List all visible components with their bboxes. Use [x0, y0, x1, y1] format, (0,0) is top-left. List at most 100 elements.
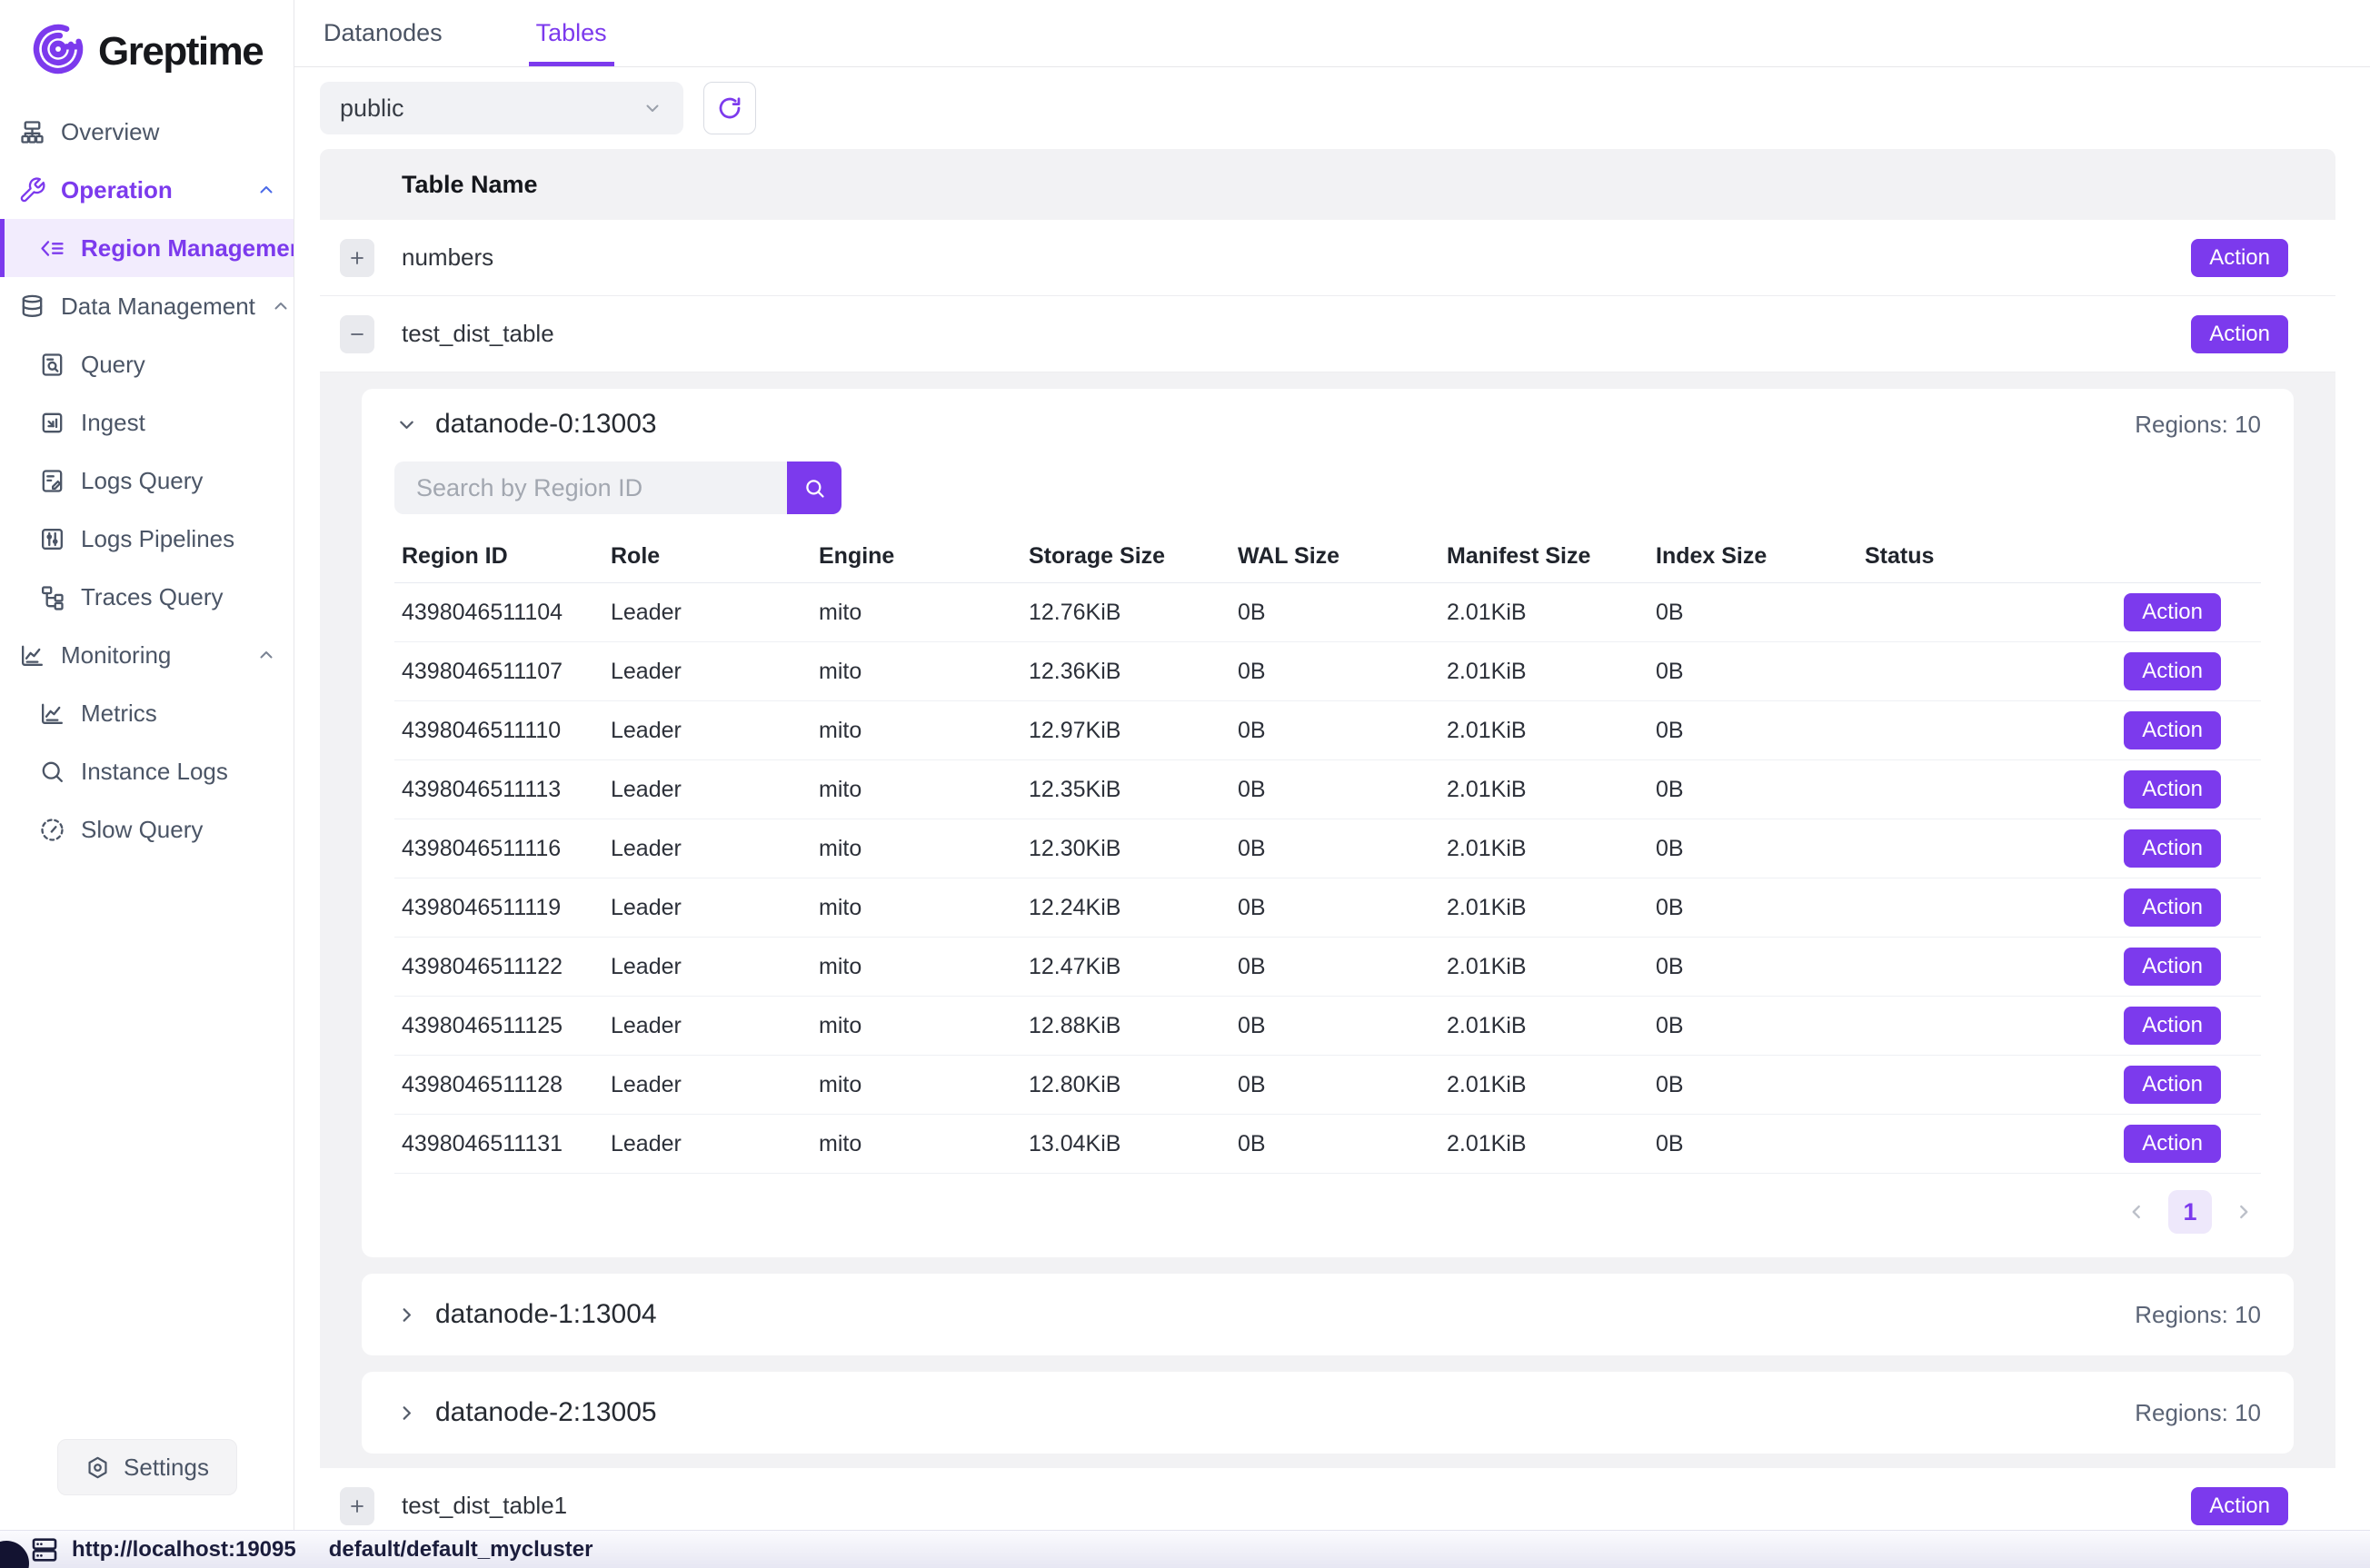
expand-button[interactable]	[340, 1487, 374, 1525]
sidebar-item-label: Logs Query	[81, 467, 203, 495]
table-action-button[interactable]: Action	[2191, 315, 2288, 353]
tables-list: Table Name numbers Action	[320, 149, 2335, 1530]
cell-action: Action	[2066, 642, 2261, 701]
tab-datanodes[interactable]: Datanodes	[320, 0, 446, 66]
sidebar-item-metrics[interactable]: Metrics	[0, 684, 294, 742]
monitoring-icon	[18, 641, 46, 670]
sidebar-item-data-management[interactable]: Data Management	[0, 277, 294, 335]
plus-icon	[347, 248, 367, 268]
cell-wal_size: 0B	[1238, 642, 1447, 701]
table-row: 4398046511128Leadermito12.80KiB0B2.01KiB…	[394, 1056, 2261, 1115]
cell-region_id: 4398046511119	[394, 878, 611, 938]
refresh-icon	[716, 94, 743, 122]
expanded-table-panel: datanode-0:13003 Regions: 10 Region	[320, 372, 2335, 1468]
cell-index_size: 0B	[1656, 583, 1865, 642]
minus-icon	[347, 324, 367, 344]
logs-query-icon	[38, 467, 66, 495]
sidebar-item-operation[interactable]: Operation	[0, 161, 294, 219]
logo: Greptime	[0, 0, 294, 97]
next-page-button[interactable]	[2232, 1200, 2255, 1224]
cluster-name[interactable]: default/default_mycluster	[329, 1537, 593, 1563]
chevron-up-icon	[270, 295, 292, 317]
region-action-button[interactable]: Action	[2124, 888, 2221, 927]
region-action-button[interactable]: Action	[2124, 829, 2221, 868]
sidebar-item-query[interactable]: Query	[0, 335, 294, 393]
region-action-button[interactable]: Action	[2124, 711, 2221, 749]
settings-button[interactable]: Settings	[57, 1439, 237, 1495]
cell-role: Leader	[611, 583, 819, 642]
sidebar-item-traces-query[interactable]: Traces Query	[0, 568, 294, 626]
cell-role: Leader	[611, 701, 819, 760]
sidebar-item-instance-logs[interactable]: Instance Logs	[0, 742, 294, 800]
server-url[interactable]: http://localhost:19095	[72, 1537, 296, 1563]
cell-manifest_size: 2.01KiB	[1447, 760, 1656, 819]
region-management-icon	[38, 234, 66, 263]
table-action-button[interactable]: Action	[2191, 1487, 2288, 1525]
settings-label: Settings	[124, 1454, 209, 1482]
column-header: Storage Size	[1029, 532, 1238, 583]
chevron-up-icon	[255, 179, 277, 201]
sidebar-item-label: Instance Logs	[81, 758, 228, 786]
column-header: Region ID	[394, 532, 611, 583]
column-header-table-name: Table Name	[402, 171, 538, 199]
sidebar: Greptime OverviewOperation Region Managem…	[0, 0, 294, 1530]
sidebar-item-logs-pipelines[interactable]: Logs Pipelines	[0, 510, 294, 568]
prev-page-button[interactable]	[2125, 1200, 2148, 1224]
sidebar-item-label: Region Management	[81, 234, 294, 263]
tab-tables[interactable]: Tables	[533, 0, 611, 66]
slow-query-icon	[38, 816, 66, 844]
column-header-action	[2066, 532, 2261, 583]
expand-button[interactable]	[340, 239, 374, 277]
schema-select-value: public	[340, 94, 404, 123]
table-row: numbers Action	[320, 220, 2335, 296]
sidebar-item-monitoring[interactable]: Monitoring	[0, 626, 294, 684]
collapse-button[interactable]	[340, 315, 374, 353]
cell-wal_size: 0B	[1238, 583, 1447, 642]
ingest-icon	[38, 409, 66, 437]
status-bar: http://localhost:19095 default/default_m…	[0, 1530, 2370, 1568]
query-icon	[38, 351, 66, 379]
datanode-card: datanode-0:13003 Regions: 10 Region	[362, 389, 2294, 1257]
sidebar-item-slow-query[interactable]: Slow Query	[0, 800, 294, 858]
datanode-header[interactable]: datanode-2:13005 Regions: 10	[394, 1397, 2261, 1428]
refresh-button[interactable]	[703, 82, 756, 134]
cell-storage_size: 13.04KiB	[1029, 1115, 1238, 1174]
search-button[interactable]	[787, 461, 841, 514]
cell-region_id: 4398046511104	[394, 583, 611, 642]
cell-index_size: 0B	[1656, 997, 1865, 1056]
datanode-name: datanode-2:13005	[435, 1397, 657, 1428]
datanode-header[interactable]: datanode-1:13004 Regions: 10	[394, 1299, 2261, 1330]
cell-action: Action	[2066, 583, 2261, 642]
app-window: Greptime OverviewOperation Region Managem…	[0, 0, 2370, 1568]
region-action-button[interactable]: Action	[2124, 948, 2221, 986]
table-name: test_dist_table	[402, 320, 554, 348]
sidebar-item-logs-query[interactable]: Logs Query	[0, 452, 294, 510]
current-page-button[interactable]: 1	[2168, 1190, 2212, 1234]
cell-status	[1865, 878, 2066, 938]
datanode-header[interactable]: datanode-0:13003 Regions: 10	[394, 409, 2261, 440]
region-action-button[interactable]: Action	[2124, 1007, 2221, 1045]
chevron-down-icon	[394, 412, 419, 437]
sidebar-item-region-management[interactable]: Region Management	[0, 219, 294, 277]
cell-status	[1865, 760, 2066, 819]
region-action-button[interactable]: Action	[2124, 652, 2221, 690]
schema-select[interactable]: public	[320, 82, 683, 134]
cell-index_size: 0B	[1656, 701, 1865, 760]
region-action-button[interactable]: Action	[2124, 593, 2221, 631]
cell-storage_size: 12.36KiB	[1029, 642, 1238, 701]
region-action-button[interactable]: Action	[2124, 1066, 2221, 1104]
table-row: 4398046511131Leadermito13.04KiB0B2.01KiB…	[394, 1115, 2261, 1174]
logs-pipelines-icon	[38, 525, 66, 553]
cell-engine: mito	[819, 1115, 1029, 1174]
sidebar-item-overview[interactable]: Overview	[0, 103, 294, 161]
region-action-button[interactable]: Action	[2124, 1125, 2221, 1163]
region-search-input[interactable]	[394, 461, 787, 514]
cell-action: Action	[2066, 760, 2261, 819]
region-table: Region IDRoleEngineStorage SizeWAL SizeM…	[394, 532, 2261, 1174]
region-action-button[interactable]: Action	[2124, 770, 2221, 809]
cell-storage_size: 12.35KiB	[1029, 760, 1238, 819]
tables-list-header: Table Name	[320, 149, 2335, 220]
table-action-button[interactable]: Action	[2191, 239, 2288, 277]
sidebar-item-ingest[interactable]: Ingest	[0, 393, 294, 452]
content: public Table Name	[294, 67, 2370, 1530]
